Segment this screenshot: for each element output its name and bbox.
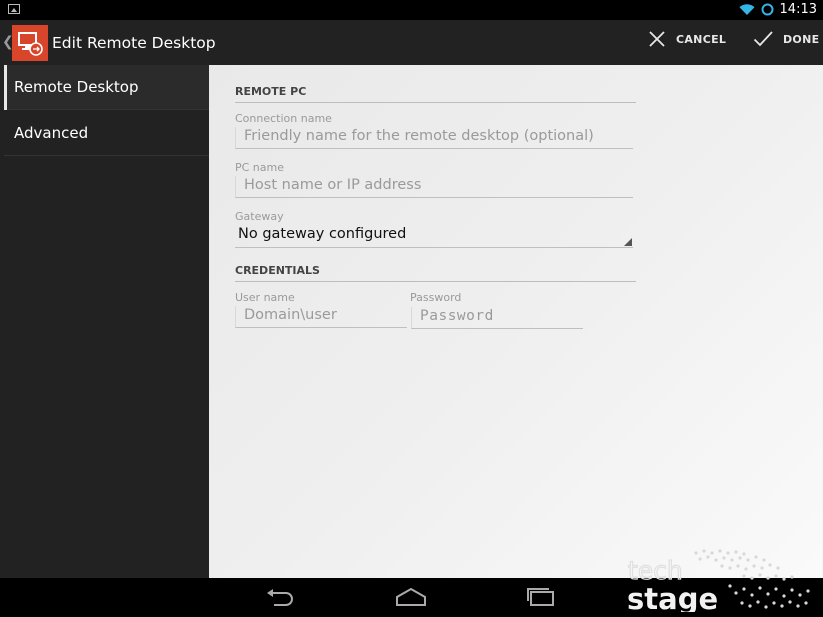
status-right: 14:13 (739, 2, 817, 17)
clock: 14:13 (779, 2, 817, 17)
checkmark-icon (753, 31, 773, 47)
section-header-remote-pc: REMOTE PC (235, 85, 636, 103)
status-bar: 14:13 (0, 0, 823, 20)
done-label: DONE (783, 32, 820, 46)
techstage-watermark-logo: tech stage (627, 549, 810, 612)
action-bar: ❮ Edit Remote Desktop CANCEL DONE (0, 20, 823, 65)
sidebar-item-advanced[interactable]: Advanced (4, 111, 209, 156)
back-icon[interactable] (264, 586, 296, 608)
done-button[interactable]: DONE (753, 30, 819, 48)
cancel-button[interactable]: CANCEL (648, 30, 726, 48)
gateway-label: Gateway (235, 210, 284, 223)
watermark-line1: tech (628, 556, 683, 585)
monitor-icon (18, 32, 43, 56)
section-header-credentials: CREDENTIALS (235, 264, 636, 282)
pc-name-input[interactable] (235, 176, 633, 198)
home-icon[interactable] (395, 586, 427, 608)
password-label: Password (410, 291, 462, 304)
gateway-selected-value: No gateway configured (238, 226, 407, 242)
password-input[interactable] (411, 307, 583, 329)
wifi-icon (739, 4, 755, 15)
page-title: Edit Remote Desktop (52, 34, 216, 52)
pc-name-label: PC name (235, 161, 285, 174)
close-icon (649, 31, 665, 47)
sync-icon (761, 3, 774, 16)
settings-form: REMOTE PC Connection name PC name Gatewa… (209, 65, 823, 578)
watermark-line2: stage (627, 582, 718, 612)
dropdown-arrow-icon (624, 238, 632, 246)
remote-desktop-app-icon[interactable] (12, 25, 48, 61)
sidebar-item-label: Remote Desktop (14, 78, 139, 96)
sidebar-item-label: Advanced (14, 124, 89, 142)
gateway-dropdown[interactable]: No gateway configured (235, 225, 633, 248)
selected-indicator (4, 65, 7, 110)
sidebar-item-remote-desktop[interactable]: Remote Desktop (4, 65, 209, 110)
connection-name-input[interactable] (235, 127, 633, 149)
connection-name-label: Connection name (235, 112, 332, 125)
sidebar: Remote Desktop Advanced (0, 65, 209, 578)
user-name-label: User name (235, 291, 295, 304)
user-name-input[interactable] (235, 306, 407, 328)
recents-icon[interactable] (525, 586, 557, 608)
cancel-label: CANCEL (676, 32, 727, 46)
gallery-notification-icon (8, 4, 20, 14)
